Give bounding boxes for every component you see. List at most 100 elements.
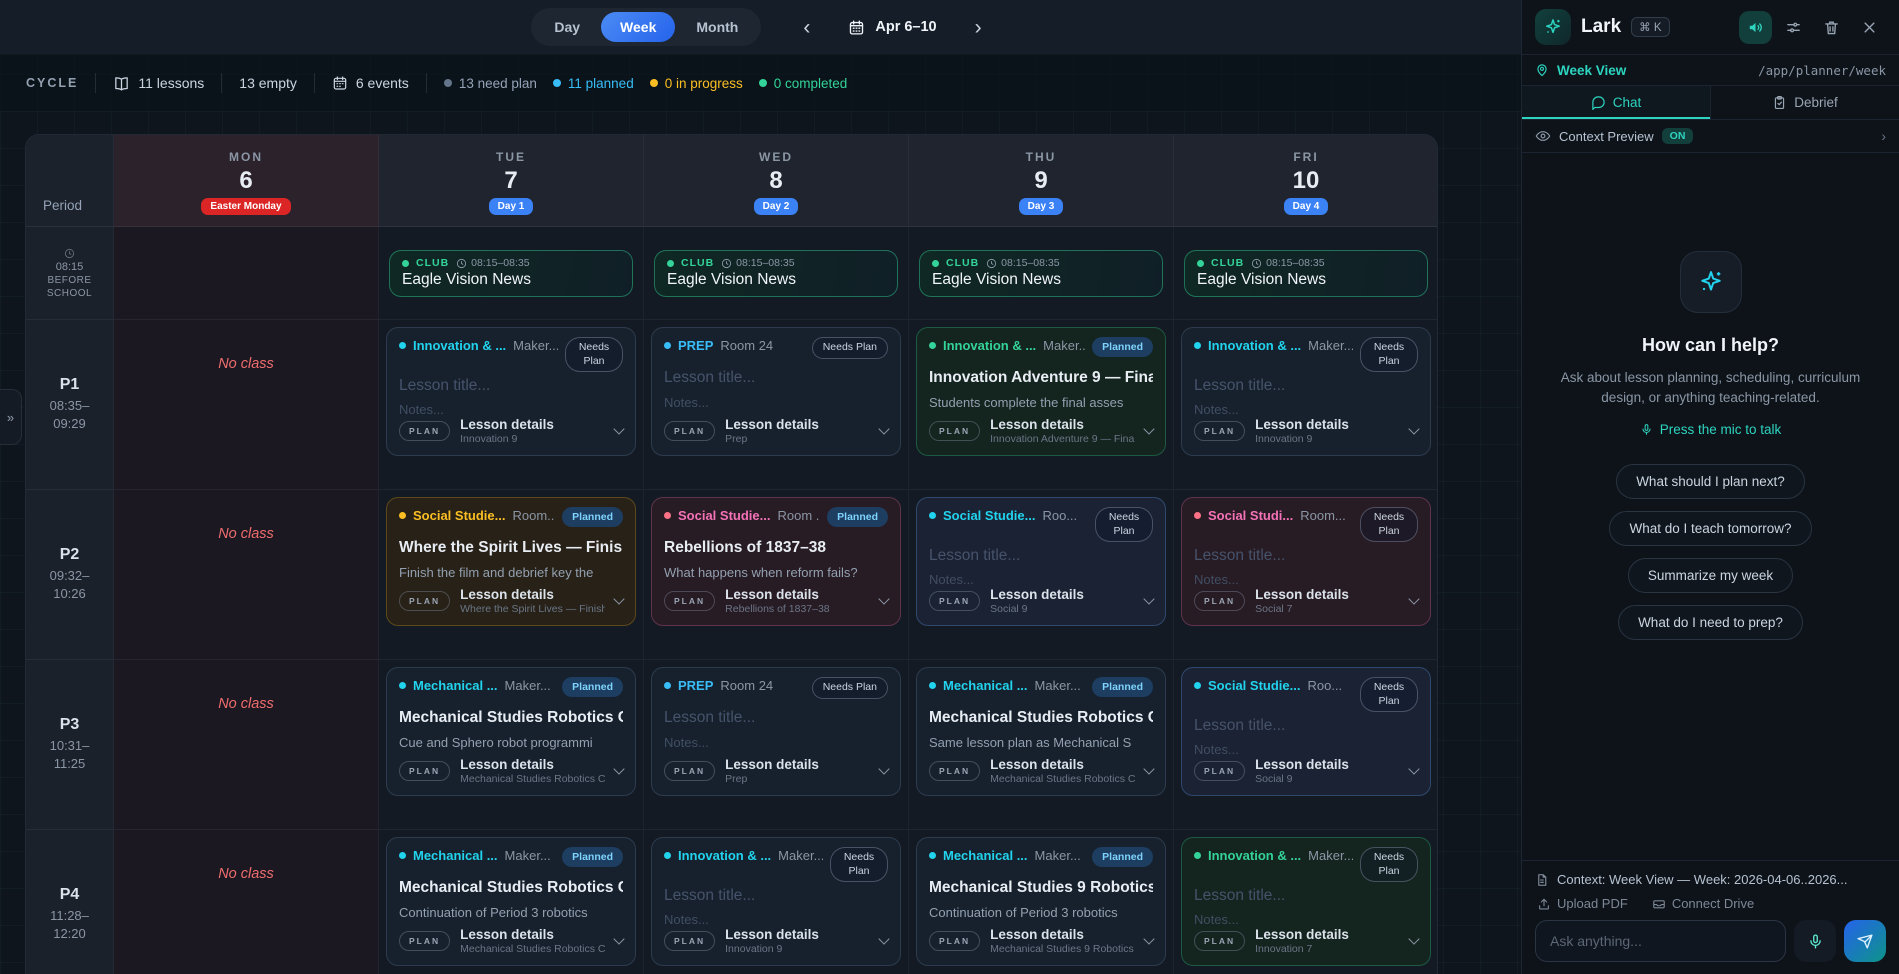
calendar-cell[interactable]: No class: [114, 490, 379, 660]
day-header-thu[interactable]: THU 9 Day 3: [909, 135, 1174, 227]
chevron-down-icon[interactable]: [1143, 933, 1154, 944]
lesson-notes-field[interactable]: Notes...: [1194, 912, 1418, 927]
chevron-down-icon[interactable]: [1143, 593, 1154, 604]
lesson-title-field[interactable]: Lesson title...: [1194, 717, 1418, 735]
chevron-down-icon[interactable]: [613, 933, 624, 944]
lesson-title-field[interactable]: Lesson title...: [1194, 887, 1418, 905]
suggestion-pill[interactable]: What do I teach tomorrow?: [1609, 511, 1811, 546]
view-tab-week[interactable]: Week: [601, 12, 675, 42]
lesson-notes-field[interactable]: Notes...: [399, 402, 623, 417]
lesson-title-field[interactable]: Lesson title...: [1194, 547, 1418, 565]
calendar-cell[interactable]: No class: [114, 830, 379, 974]
next-week-button[interactable]: ›: [967, 13, 990, 42]
lesson-notes-field[interactable]: Notes...: [664, 912, 888, 927]
chevron-down-icon[interactable]: [613, 423, 624, 434]
lesson-notes-field[interactable]: Notes...: [1194, 572, 1418, 587]
lesson-title-field[interactable]: Lesson title...: [664, 887, 888, 905]
suggestion-pill[interactable]: Summarize my week: [1628, 558, 1793, 593]
voice-output-button[interactable]: [1739, 11, 1772, 44]
event-card[interactable]: CLUB08:15–08:35Eagle Vision News: [919, 250, 1163, 297]
calendar-cell[interactable]: Social Studi...Room...Needs PlanLesson t…: [1174, 490, 1438, 660]
lesson-card[interactable]: PREPRoom 24Needs PlanLesson title...Note…: [651, 327, 901, 456]
view-tab-month[interactable]: Month: [677, 12, 757, 42]
event-card[interactable]: CLUB08:15–08:35Eagle Vision News: [1184, 250, 1428, 297]
lesson-card[interactable]: Social Studie...Room ...PlannedRebellion…: [651, 497, 901, 626]
chevron-down-icon[interactable]: [1408, 763, 1419, 774]
calendar-cell[interactable]: No class: [114, 660, 379, 830]
expand-sidebar-handle[interactable]: »: [0, 389, 22, 445]
chevron-down-icon[interactable]: [878, 763, 889, 774]
clear-chat-trash-button[interactable]: [1815, 11, 1848, 44]
calendar-cell[interactable]: [114, 227, 379, 320]
calendar-cell[interactable]: Mechanical ...Maker...PlannedMechanical …: [909, 830, 1174, 974]
chevron-down-icon[interactable]: [1143, 423, 1154, 434]
calendar-cell[interactable]: Innovation & ...Maker...Needs PlanLesson…: [1174, 830, 1438, 974]
calendar-cell[interactable]: Innovation & ...Maker...PlannedInnovatio…: [909, 320, 1174, 490]
event-card[interactable]: CLUB08:15–08:35Eagle Vision News: [389, 250, 633, 297]
lesson-card[interactable]: Innovation & ...Maker...Needs PlanLesson…: [651, 837, 901, 966]
prev-week-button[interactable]: ‹: [795, 13, 818, 42]
chevron-down-icon[interactable]: [1143, 763, 1154, 774]
calendar-cell[interactable]: Social Studie...Room ...PlannedRebellion…: [644, 490, 909, 660]
calendar-cell[interactable]: Innovation & ...Maker...Needs PlanLesson…: [644, 830, 909, 974]
mic-hint[interactable]: Press the mic to talk: [1640, 422, 1782, 437]
day-header-wed[interactable]: WED 8 Day 2: [644, 135, 909, 227]
lesson-title-field[interactable]: Lesson title...: [399, 377, 623, 395]
chevron-down-icon[interactable]: [613, 593, 624, 604]
calendar-cell[interactable]: No class: [114, 320, 379, 490]
calendar-cell[interactable]: Mechanical ...Maker...PlannedMechanical …: [379, 830, 644, 974]
mic-button[interactable]: [1794, 920, 1836, 962]
lesson-card[interactable]: Social Studie...Room...PlannedWhere the …: [386, 497, 636, 626]
lesson-card[interactable]: Mechanical ...Maker...PlannedMechanical …: [386, 667, 636, 796]
calendar-cell[interactable]: CLUB08:15–08:35Eagle Vision News: [909, 227, 1174, 320]
calendar-cell[interactable]: Social Studie...Roo...Needs PlanLesson t…: [1174, 660, 1438, 830]
lesson-card[interactable]: Innovation & ...Maker...Needs PlanLesson…: [1181, 837, 1431, 966]
calendar-cell[interactable]: PREPRoom 24Needs PlanLesson title...Note…: [644, 660, 909, 830]
lesson-card[interactable]: Social Studie...Roo...Needs PlanLesson t…: [916, 497, 1166, 626]
chevron-down-icon[interactable]: [878, 593, 889, 604]
tab-chat[interactable]: Chat: [1522, 86, 1711, 119]
calendar-cell[interactable]: Mechanical ...Maker...PlannedMechanical …: [379, 660, 644, 830]
view-tab-day[interactable]: Day: [535, 12, 599, 42]
day-header-fri[interactable]: FRI 10 Day 4: [1174, 135, 1438, 227]
close-panel-button[interactable]: [1853, 11, 1886, 44]
chevron-down-icon[interactable]: [1408, 423, 1419, 434]
calendar-cell[interactable]: Mechanical ...Maker...PlannedMechanical …: [909, 660, 1174, 830]
event-card[interactable]: CLUB08:15–08:35Eagle Vision News: [654, 250, 898, 297]
lesson-notes-field[interactable]: Notes...: [664, 395, 888, 410]
calendar-cell[interactable]: CLUB08:15–08:35Eagle Vision News: [1174, 227, 1438, 320]
context-preview-row[interactable]: Context Preview ON ›: [1522, 120, 1899, 153]
date-range[interactable]: Apr 6–10: [848, 19, 936, 36]
lesson-notes-field[interactable]: Notes...: [1194, 742, 1418, 757]
settings-sliders-button[interactable]: [1777, 11, 1810, 44]
lesson-title-field[interactable]: Lesson title...: [664, 369, 888, 387]
tab-debrief[interactable]: Debrief: [1711, 86, 1899, 119]
lesson-card[interactable]: Mechanical ...Maker...PlannedMechanical …: [386, 837, 636, 966]
lesson-title-field[interactable]: Lesson title...: [929, 547, 1153, 565]
lesson-notes-field[interactable]: Notes...: [664, 735, 888, 750]
lesson-card[interactable]: Mechanical ...Maker...PlannedMechanical …: [916, 837, 1166, 966]
lesson-card[interactable]: Social Studi...Room...Needs PlanLesson t…: [1181, 497, 1431, 626]
calendar-cell[interactable]: Social Studie...Room...PlannedWhere the …: [379, 490, 644, 660]
chevron-down-icon[interactable]: [1408, 593, 1419, 604]
lesson-card[interactable]: Innovation & ...Maker...PlannedInnovatio…: [916, 327, 1166, 456]
calendar-cell[interactable]: PREPRoom 24Needs PlanLesson title...Note…: [644, 320, 909, 490]
day-header-tue[interactable]: TUE 7 Day 1: [379, 135, 644, 227]
upload-pdf-button[interactable]: Upload PDF: [1537, 896, 1628, 911]
calendar-cell[interactable]: CLUB08:15–08:35Eagle Vision News: [379, 227, 644, 320]
lesson-card[interactable]: Social Studie...Roo...Needs PlanLesson t…: [1181, 667, 1431, 796]
chevron-down-icon[interactable]: [878, 933, 889, 944]
calendar-cell[interactable]: Innovation & ...Maker...Needs PlanLesson…: [1174, 320, 1438, 490]
day-header-mon[interactable]: MON 6 Easter Monday: [114, 135, 379, 227]
send-button[interactable]: [1844, 920, 1886, 962]
lesson-card[interactable]: Mechanical ...Maker...PlannedMechanical …: [916, 667, 1166, 796]
lesson-notes-field[interactable]: Notes...: [1194, 402, 1418, 417]
lesson-card[interactable]: Innovation & ...Maker...Needs PlanLesson…: [1181, 327, 1431, 456]
ask-input[interactable]: [1535, 920, 1786, 962]
chevron-down-icon[interactable]: [1408, 933, 1419, 944]
suggestion-pill[interactable]: What should I plan next?: [1616, 464, 1805, 499]
chevron-down-icon[interactable]: [613, 763, 624, 774]
lesson-card[interactable]: PREPRoom 24Needs PlanLesson title...Note…: [651, 667, 901, 796]
calendar-cell[interactable]: CLUB08:15–08:35Eagle Vision News: [644, 227, 909, 320]
lesson-card[interactable]: Innovation & ...Maker...Needs PlanLesson…: [386, 327, 636, 456]
